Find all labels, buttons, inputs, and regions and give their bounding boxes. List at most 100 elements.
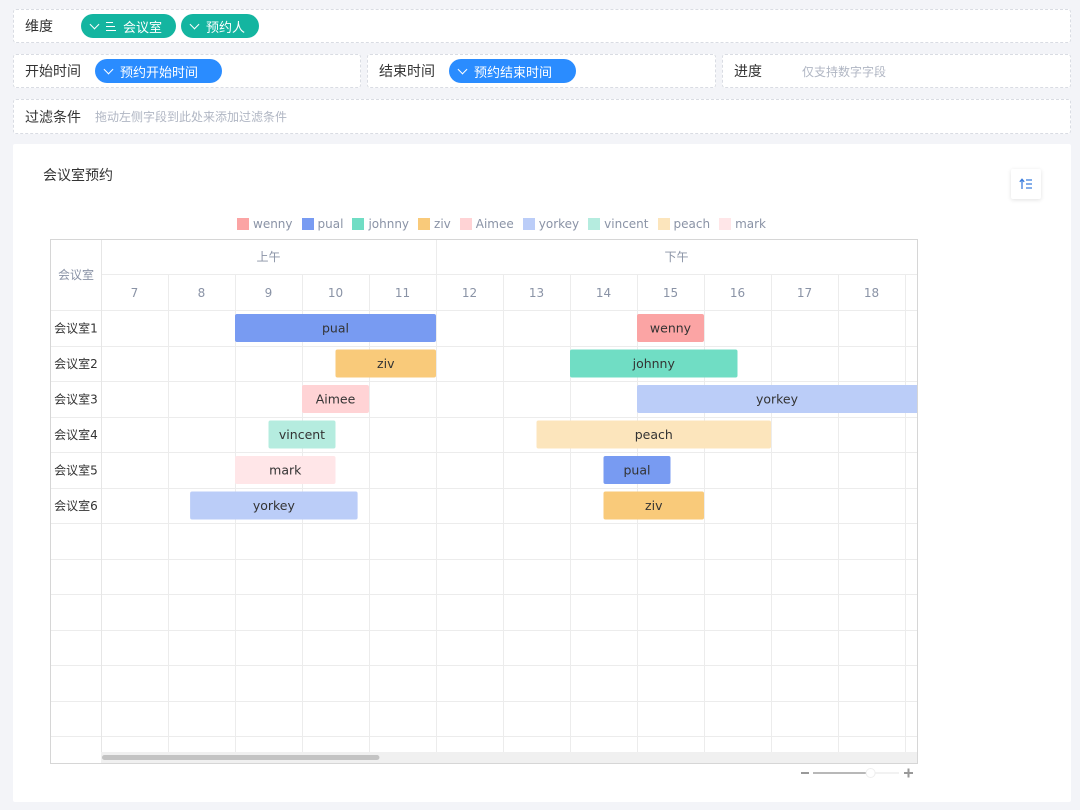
legend-item-johnny[interactable]: johnny — [352, 217, 409, 231]
legend-item-peach[interactable]: peach — [657, 217, 711, 231]
legend-swatch — [588, 218, 601, 230]
timeline-zoom-control[interactable] — [801, 766, 916, 780]
chart-title: 会议室预约 — [43, 168, 113, 184]
task-bar-label: pual — [624, 463, 651, 478]
start-time-label: 开始时间 — [25, 64, 81, 80]
task-bar-label: ziv — [377, 356, 395, 371]
legend-label: yorkey — [538, 217, 580, 231]
legend-item-mark[interactable]: mark — [719, 217, 766, 231]
filter-dropzone[interactable]: 过滤条件 拖动左侧字段到此处来添加过滤条件 — [13, 99, 1071, 134]
period-label: 上午 — [256, 250, 280, 264]
legend-item-pual[interactable]: pual — [301, 217, 344, 231]
dimension-label: 维度 — [25, 19, 53, 35]
x-tick-label: 10 — [328, 286, 343, 300]
dimension-field-label: 会议室 — [123, 20, 163, 36]
dimension-field-person[interactable]: 预约人 — [181, 14, 260, 38]
legend-label: ziv — [434, 217, 451, 231]
start-time-dropzone[interactable]: 开始时间 预约开始时间 — [13, 54, 361, 88]
end-time-field[interactable]: 预约结束时间 — [449, 59, 577, 83]
legend-label: wenny — [253, 217, 293, 231]
task-bar-label: wenny — [650, 321, 692, 336]
start-time-field-label: 预约开始时间 — [120, 65, 199, 81]
task-bar-pual[interactable]: pual — [235, 314, 436, 342]
legend-swatch — [459, 218, 472, 230]
sort-button[interactable] — [1011, 169, 1041, 199]
dimension-field-label: 预约人 — [206, 20, 246, 36]
task-bar-label: peach — [635, 427, 673, 442]
legend-swatch — [352, 218, 365, 230]
chart-panel: 会议室预约 wenny pual johnny ziv Aimee yorkey vince… — [13, 144, 1071, 802]
end-time-label: 结束时间 — [379, 64, 435, 80]
gantt-chart: 会议室 上午 下午 7 8 9 10 11 12 13 14 15 16 17 18 会议室1 会议室2 会议室3… — [50, 239, 918, 764]
legend-item-ziv[interactable]: ziv — [418, 217, 451, 231]
legend-swatch — [719, 218, 732, 230]
x-tick-label: 13 — [529, 286, 544, 300]
legend-label: mark — [735, 217, 766, 231]
dimension-dropzone[interactable]: 维度 会议室 预约人 — [13, 9, 1071, 43]
zoom-track-fill — [813, 772, 867, 774]
start-time-field[interactable]: 预约开始时间 — [95, 59, 223, 83]
dimension-field-room[interactable]: 会议室 — [81, 14, 177, 38]
chevron-down-icon — [457, 64, 468, 74]
end-time-dropzone[interactable]: 结束时间 预约结束时间 — [367, 54, 716, 88]
task-bar-mark[interactable]: mark — [235, 456, 336, 484]
chevron-down-icon — [103, 64, 114, 74]
row-header-label: 会议室 — [58, 267, 94, 282]
task-bar-aimee[interactable]: Aimee — [302, 385, 369, 413]
task-bar-pual[interactable]: pual — [603, 456, 671, 484]
x-tick-label: 17 — [797, 286, 812, 300]
task-bar-label: yorkey — [756, 392, 799, 407]
task-bar-label: Aimee — [316, 392, 356, 407]
legend-label: pual — [317, 217, 344, 231]
row-label: 会议室1 — [54, 320, 98, 335]
task-bar-ziv[interactable]: ziv — [335, 349, 437, 378]
legend-item-yorkey[interactable]: yorkey — [522, 217, 580, 231]
x-tick-label: 16 — [730, 286, 745, 300]
legend-swatch — [657, 218, 670, 230]
task-bar-ziv[interactable]: ziv — [603, 491, 705, 520]
task-bar-yorkey[interactable]: yorkey — [637, 385, 918, 413]
progress-placeholder: 仅支持数字字段 — [802, 64, 887, 79]
task-bar-label: mark — [269, 463, 302, 478]
task-bar-label: vincent — [279, 427, 325, 442]
progress-dropzone[interactable]: 进度 仅支持数字字段 — [722, 54, 1071, 88]
zoom-slider-handle[interactable] — [865, 768, 876, 778]
legend-item-aimee[interactable]: Aimee — [459, 217, 514, 231]
chart-legend: wenny pual johnny ziv Aimee yorkey vincent peac… — [237, 217, 775, 231]
chart-frame — [50, 239, 918, 764]
horizontal-scrollbar-thumb[interactable] — [102, 755, 380, 760]
legend-item-vincent[interactable]: vincent — [588, 217, 649, 231]
row-label: 会议室6 — [54, 498, 98, 513]
legend-label: Aimee — [475, 217, 514, 231]
progress-label: 进度 — [734, 64, 762, 80]
task-bar-yorkey[interactable]: yorkey — [190, 491, 358, 520]
legend-label: peach — [673, 217, 711, 231]
task-bar-wenny[interactable]: wenny — [637, 314, 704, 342]
x-tick-label: 18 — [864, 286, 879, 300]
zoom-in-button[interactable] — [904, 768, 913, 778]
legend-swatch — [418, 218, 431, 230]
legend-label: vincent — [604, 217, 649, 231]
task-bar-label: ziv — [645, 498, 663, 513]
task-bar-label: pual — [322, 321, 349, 336]
end-time-field-label: 预约结束时间 — [474, 65, 553, 81]
task-bar-label: yorkey — [253, 498, 296, 513]
x-tick-label: 9 — [265, 286, 273, 300]
sort-ascending-icon — [1019, 178, 1032, 189]
legend-swatch — [301, 218, 314, 230]
task-bar-vincent[interactable]: vincent — [268, 420, 336, 449]
row-label: 会议室4 — [54, 427, 98, 442]
legend-item-wenny[interactable]: wenny — [237, 217, 293, 231]
filter-placeholder: 拖动左侧字段到此处来添加过滤条件 — [95, 110, 288, 124]
legend-label: johnny — [368, 217, 410, 231]
row-label: 会议室3 — [54, 391, 98, 406]
x-tick-label: 14 — [596, 286, 611, 300]
filter-label: 过滤条件 — [25, 109, 81, 126]
row-label: 会议室5 — [54, 462, 98, 477]
task-bar-peach[interactable]: peach — [536, 420, 772, 449]
chevron-down-icon — [189, 19, 200, 29]
zoom-out-button[interactable] — [801, 772, 809, 774]
legend-swatch — [522, 218, 535, 230]
task-bar-johnny[interactable]: johnny — [570, 349, 738, 378]
task-bar-label: johnny — [632, 356, 676, 371]
